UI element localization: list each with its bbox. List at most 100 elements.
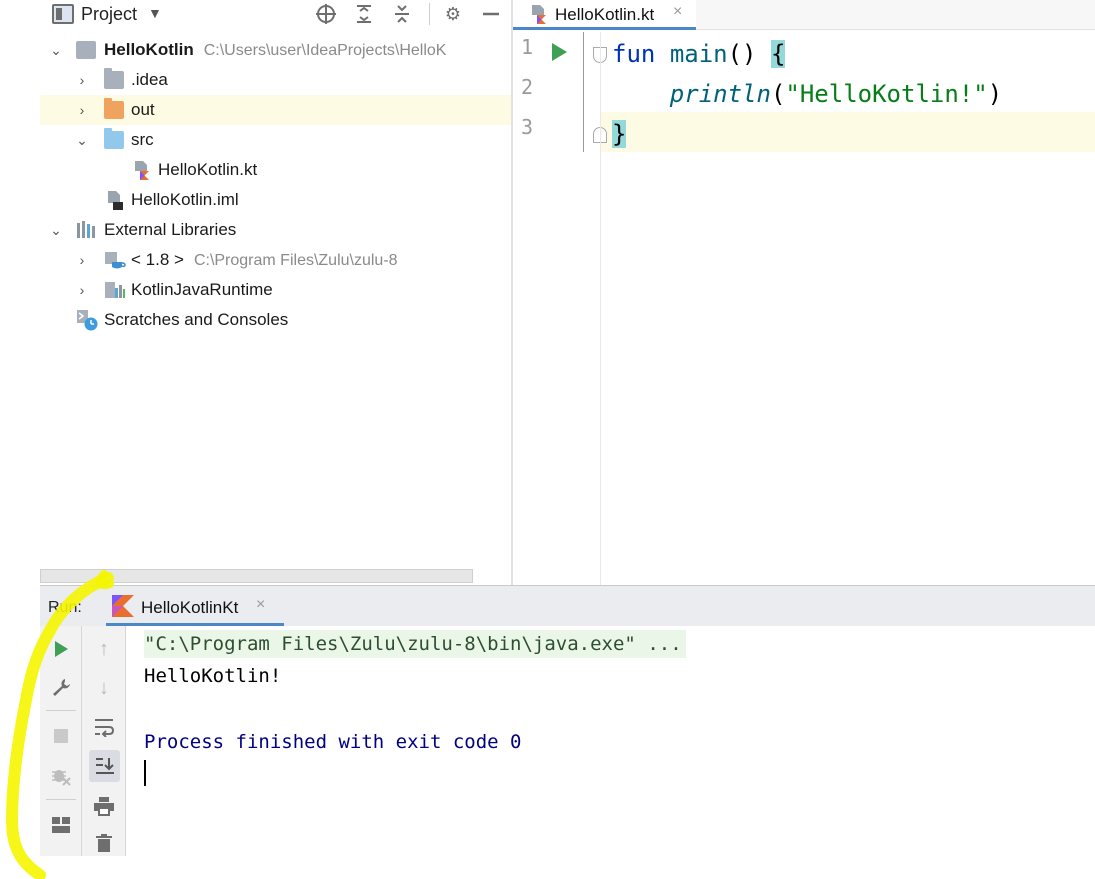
code-token: () <box>727 40 771 68</box>
brace-token: } <box>612 120 627 148</box>
run-toolbar-primary <box>40 626 82 856</box>
chevron-down-icon[interactable]: ⌄ <box>48 42 64 59</box>
tree-item-label: HelloKotlin <box>104 40 194 59</box>
expand-all-icon[interactable] <box>352 2 376 26</box>
wrench-icon[interactable] <box>46 672 76 702</box>
gear-icon[interactable]: ⚙ <box>441 2 465 26</box>
run-tab-bar: Run: HelloKotlinKt × <box>40 586 1095 626</box>
text-caret <box>144 760 146 786</box>
line-number: 3 <box>521 115 534 139</box>
tree-item-label: KotlinJavaRuntime <box>131 280 273 299</box>
chevron-right-icon[interactable]: › <box>74 72 90 88</box>
run-toolbar-secondary: ↑ ↓ <box>82 626 126 856</box>
project-panel: Project ▼ ⚙ ⌄ HelloKotlin C:\Users\user\I… <box>40 0 512 585</box>
tree-item-label: out <box>131 100 155 119</box>
module-file-icon <box>105 190 125 210</box>
tree-item-label: External Libraries <box>104 220 237 239</box>
tree-item-label: Scratches and Consoles <box>104 310 289 329</box>
tree-item-kotlin-runtime[interactable]: › KotlinJavaRuntime <box>40 275 512 305</box>
tree-item-out[interactable]: › out <box>40 95 512 125</box>
horizontal-scrollbar[interactable] <box>40 569 473 583</box>
current-line-highlight <box>600 112 1095 152</box>
scroll-to-end-icon[interactable] <box>89 750 120 782</box>
kotlin-file-icon <box>132 160 152 180</box>
kotlin-file-icon <box>529 4 549 24</box>
function-call-token: println <box>669 80 771 108</box>
code-line-2: println("HelloKotlin!") <box>612 74 1002 114</box>
chevron-right-icon[interactable]: › <box>74 252 90 268</box>
tree-item-root[interactable]: ⌄ HelloKotlin C:\Users\user\IdeaProjects\… <box>40 35 512 65</box>
tree-item-label: .idea <box>131 70 168 89</box>
chevron-down-icon[interactable]: ▼ <box>148 5 162 21</box>
library-icon <box>104 280 125 300</box>
library-icon <box>76 220 96 240</box>
brace-token: { <box>770 40 786 68</box>
line-number: 2 <box>521 75 534 99</box>
rerun-icon <box>54 641 68 657</box>
scratches-icon <box>76 309 98 331</box>
header-divider <box>429 3 430 25</box>
function-name-token: main <box>669 40 728 68</box>
keyword-token: fun <box>612 40 656 68</box>
tree-item-label: src <box>131 130 154 149</box>
soft-wrap-icon[interactable] <box>89 712 119 742</box>
gutter-divider <box>583 32 584 152</box>
code-token: ( <box>770 80 786 108</box>
close-icon[interactable]: × <box>256 596 265 614</box>
tree-item-label: HelloKotlin.kt <box>158 160 258 179</box>
console-output-line: HelloKotlin! <box>144 665 282 687</box>
console-output[interactable]: "C:\Program Files\Zulu\zulu-8\bin\java.e… <box>127 626 1095 879</box>
code-token: ) <box>987 80 1003 108</box>
tree-item-src[interactable]: ⌄ src <box>40 125 512 155</box>
tree-item-iml-file[interactable]: HelloKotlin.iml <box>40 185 512 215</box>
up-arrow-icon[interactable]: ↑ <box>89 634 119 664</box>
line-number: 1 <box>521 35 534 59</box>
tree-item-scratches[interactable]: Scratches and Consoles <box>40 305 512 335</box>
chevron-right-icon[interactable]: › <box>74 102 90 118</box>
trash-icon[interactable] <box>89 828 119 858</box>
tab-label: HelloKotlin.kt <box>555 5 655 24</box>
module-folder-icon <box>76 41 96 59</box>
console-exit-line: Process finished with exit code 0 <box>144 731 522 753</box>
tree-item-path: C:\Program Files\Zulu\zulu-8 <box>193 252 398 269</box>
down-arrow-icon[interactable]: ↓ <box>89 673 119 703</box>
source-folder-icon <box>104 128 124 149</box>
code-line-3: } <box>612 114 627 154</box>
tree-item-path: C:\Users\user\IdeaProjects\HelloK <box>203 42 447 59</box>
tree-item-external-libraries[interactable]: ⌄ External Libraries <box>40 215 512 245</box>
rerun-button[interactable] <box>46 634 76 664</box>
gutter-edge <box>600 32 601 585</box>
chevron-down-icon[interactable]: ⌄ <box>74 132 90 149</box>
console-command-line[interactable]: "C:\Program Files\Zulu\zulu-8\bin\java.e… <box>144 630 686 658</box>
tab-hellokotlinkt[interactable]: HelloKotlinKt × <box>106 586 284 626</box>
tree-item-kt-file[interactable]: HelloKotlin.kt <box>40 155 512 185</box>
minimize-icon[interactable] <box>479 2 503 26</box>
tree-item-label: HelloKotlin.iml <box>131 190 239 209</box>
toolbar-divider <box>46 799 76 800</box>
chevron-right-icon[interactable]: › <box>74 282 90 298</box>
tab-label: HelloKotlinKt <box>141 598 239 617</box>
locate-icon[interactable] <box>314 2 338 26</box>
run-panel-label: Run: <box>48 599 82 616</box>
chevron-down-icon[interactable]: ⌄ <box>48 222 64 239</box>
toolbar-divider <box>46 710 76 711</box>
string-token: "HelloKotlin!" <box>785 80 988 108</box>
indent-token <box>612 80 670 108</box>
tree-item-idea[interactable]: › .idea <box>40 65 512 95</box>
code-line-1: fun main() { <box>612 34 786 74</box>
editor-tab-bar: HelloKotlin.kt × <box>513 0 1095 30</box>
project-view-icon <box>52 4 74 24</box>
tree-item-jdk[interactable]: › < 1.8 > C:\Program Files\Zulu\zulu-8 <box>40 245 512 275</box>
layout-icon[interactable] <box>46 810 76 840</box>
print-icon[interactable] <box>89 791 119 821</box>
tab-hellokotlin-kt[interactable]: HelloKotlin.kt × <box>513 0 696 30</box>
project-view-title[interactable]: Project <box>81 4 137 25</box>
project-header: Project ▼ ⚙ <box>40 0 512 30</box>
stop-button[interactable] <box>46 721 76 751</box>
run-gutter-icon[interactable] <box>552 43 567 61</box>
close-icon[interactable]: × <box>673 3 682 21</box>
collapse-all-icon[interactable] <box>390 2 414 26</box>
tree-item-label: < 1.8 > <box>131 250 184 269</box>
kotlin-logo-icon <box>112 595 134 622</box>
debug-icon[interactable] <box>46 760 76 790</box>
